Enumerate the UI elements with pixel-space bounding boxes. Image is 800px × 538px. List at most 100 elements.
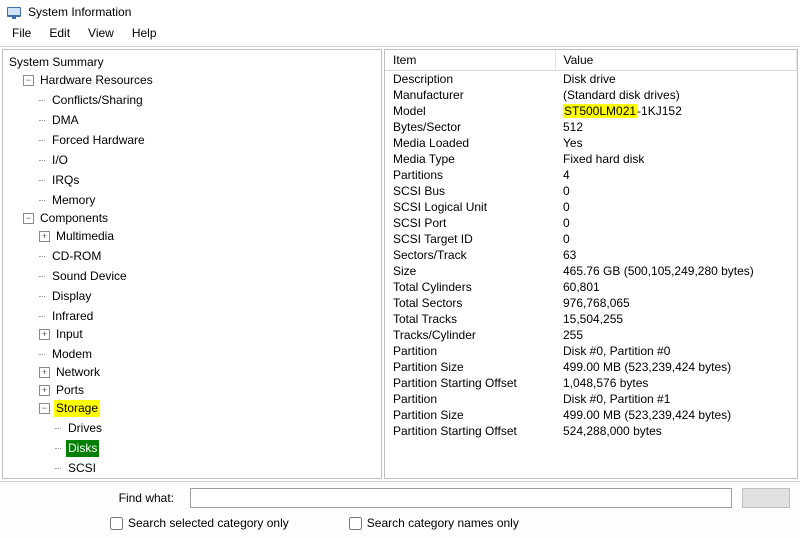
table-row[interactable]: Partition Size499.00 MB (523,239,424 byt…: [385, 407, 797, 423]
table-row[interactable]: Total Sectors976,768,065: [385, 295, 797, 311]
table-row[interactable]: PartitionDisk #0, Partition #0: [385, 343, 797, 359]
checkbox-selected-category[interactable]: Search selected category only: [110, 516, 289, 530]
cell-item: SCSI Target ID: [385, 231, 555, 247]
checkbox-label: Search selected category only: [128, 516, 289, 530]
tree-input[interactable]: + Input: [37, 326, 87, 343]
table-row[interactable]: Size465.76 GB (500,105,249,280 bytes): [385, 263, 797, 279]
tree-item-forced-hardware[interactable]: Forced Hardware: [37, 132, 149, 149]
tree-item-scsi[interactable]: SCSI: [53, 460, 100, 477]
table-row[interactable]: SCSI Target ID0: [385, 231, 797, 247]
cell-item: Model: [385, 103, 555, 119]
menu-edit[interactable]: Edit: [41, 24, 78, 42]
tree-multimedia[interactable]: + Multimedia: [37, 228, 118, 245]
table-row[interactable]: Partition Starting Offset524,288,000 byt…: [385, 423, 797, 439]
tree-root[interactable]: System Summary: [5, 54, 108, 71]
tree-components[interactable]: − Components: [21, 210, 112, 227]
cell-value: 0: [555, 215, 797, 231]
table-row[interactable]: SCSI Port0: [385, 215, 797, 231]
table-row[interactable]: Partitions4: [385, 167, 797, 183]
table-row[interactable]: SCSI Bus0: [385, 183, 797, 199]
cell-value: Fixed hard disk: [555, 151, 797, 167]
tree-item-conflicts[interactable]: Conflicts/Sharing: [37, 92, 147, 109]
find-button[interactable]: [742, 488, 790, 508]
table-row[interactable]: Sectors/Track63: [385, 247, 797, 263]
tree-item-sound[interactable]: Sound Device: [37, 268, 131, 285]
tree-item-modem[interactable]: Modem: [37, 346, 96, 363]
table-row[interactable]: Media LoadedYes: [385, 135, 797, 151]
tree-item-disks[interactable]: Disks: [53, 440, 101, 457]
tree-item-infrared[interactable]: Infrared: [37, 308, 97, 325]
table-row[interactable]: ModelST500LM021-1KJ152: [385, 103, 797, 119]
find-what-input[interactable]: [190, 488, 732, 508]
cell-value: 0: [555, 199, 797, 215]
table-row[interactable]: Manufacturer(Standard disk drives): [385, 87, 797, 103]
expand-icon[interactable]: +: [39, 367, 50, 378]
menu-view[interactable]: View: [80, 24, 122, 42]
tree-item-cdrom[interactable]: CD-ROM: [37, 248, 105, 265]
cell-value: 4: [555, 167, 797, 183]
checkbox-input[interactable]: [349, 517, 362, 530]
cell-item: Media Type: [385, 151, 555, 167]
menu-help[interactable]: Help: [124, 24, 165, 42]
cell-value: 512: [555, 119, 797, 135]
tree-label: Components: [38, 210, 110, 227]
detail-pane[interactable]: Item Value DescriptionDisk driveManufact…: [384, 49, 798, 479]
tree-item-dma[interactable]: DMA: [37, 112, 83, 129]
cell-value: Yes: [555, 135, 797, 151]
cell-value: 499.00 MB (523,239,424 bytes): [555, 359, 797, 375]
tree-storage[interactable]: − Storage: [37, 400, 102, 417]
cell-value: 524,288,000 bytes: [555, 423, 797, 439]
table-row[interactable]: Total Cylinders60,801: [385, 279, 797, 295]
detail-table: Item Value DescriptionDisk driveManufact…: [385, 50, 797, 439]
tree-item-memory[interactable]: Memory: [37, 192, 99, 209]
tree-hardware-resources[interactable]: − Hardware Resources: [21, 72, 157, 89]
table-row[interactable]: SCSI Logical Unit0: [385, 199, 797, 215]
checkbox-category-names[interactable]: Search category names only: [349, 516, 519, 530]
collapse-icon[interactable]: −: [39, 403, 50, 414]
expand-icon[interactable]: +: [39, 329, 50, 340]
tree-pane[interactable]: System Summary − Hardware Resources Conf…: [2, 49, 382, 479]
table-row[interactable]: Total Tracks15,504,255: [385, 311, 797, 327]
cell-value: 976,768,065: [555, 295, 797, 311]
tree-label: Hardware Resources: [38, 72, 155, 89]
cell-value: 15,504,255: [555, 311, 797, 327]
collapse-icon[interactable]: −: [23, 75, 34, 86]
tree-item-display[interactable]: Display: [37, 288, 95, 305]
tree-ports[interactable]: + Ports: [37, 382, 88, 399]
checkbox-input[interactable]: [110, 517, 123, 530]
cell-value: (Standard disk drives): [555, 87, 797, 103]
cell-value: 255: [555, 327, 797, 343]
menu-file[interactable]: File: [4, 24, 39, 42]
tree-item-drives[interactable]: Drives: [53, 420, 106, 437]
cell-item: Partition Starting Offset: [385, 375, 555, 391]
search-bar: Find what: Search selected category only…: [0, 481, 800, 538]
cell-value: Disk #0, Partition #0: [555, 343, 797, 359]
table-row[interactable]: Tracks/Cylinder255: [385, 327, 797, 343]
cell-item: Total Cylinders: [385, 279, 555, 295]
cell-value: ST500LM021-1KJ152: [555, 103, 797, 119]
expand-icon[interactable]: +: [39, 385, 50, 396]
tree-network[interactable]: + Network: [37, 364, 104, 381]
expand-icon[interactable]: +: [39, 231, 50, 242]
cell-item: Manufacturer: [385, 87, 555, 103]
table-row[interactable]: Partition Starting Offset1,048,576 bytes: [385, 375, 797, 391]
cell-item: Partition Size: [385, 359, 555, 375]
cell-item: Partitions: [385, 167, 555, 183]
cell-item: Tracks/Cylinder: [385, 327, 555, 343]
table-row[interactable]: Media TypeFixed hard disk: [385, 151, 797, 167]
col-item[interactable]: Item: [385, 50, 555, 71]
cell-item: Total Sectors: [385, 295, 555, 311]
menubar: File Edit View Help: [0, 22, 800, 47]
collapse-icon[interactable]: −: [23, 213, 34, 224]
tree-root-label: System Summary: [7, 54, 106, 71]
cell-value: 0: [555, 231, 797, 247]
table-row[interactable]: DescriptionDisk drive: [385, 71, 797, 88]
tree-item-irqs[interactable]: IRQs: [37, 172, 83, 189]
table-row[interactable]: PartitionDisk #0, Partition #1: [385, 391, 797, 407]
cell-item: Partition: [385, 391, 555, 407]
table-row[interactable]: Partition Size499.00 MB (523,239,424 byt…: [385, 359, 797, 375]
col-value[interactable]: Value: [555, 50, 797, 71]
cell-value: 465.76 GB (500,105,249,280 bytes): [555, 263, 797, 279]
table-row[interactable]: Bytes/Sector512: [385, 119, 797, 135]
tree-item-io[interactable]: I/O: [37, 152, 72, 169]
